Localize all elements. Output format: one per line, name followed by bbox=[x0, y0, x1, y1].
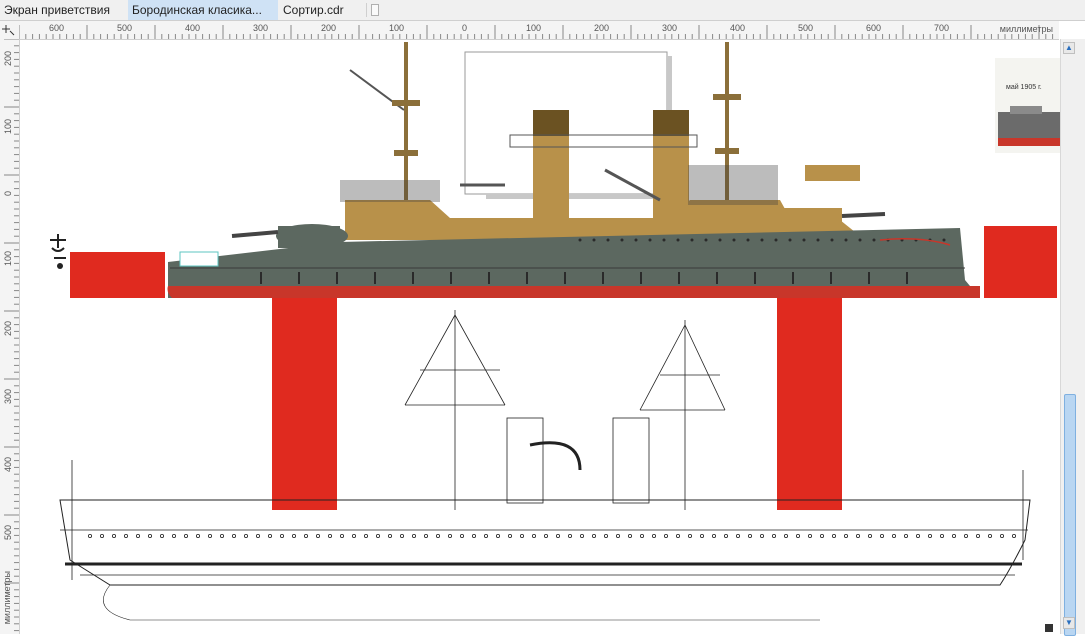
document-tab-bar: Экран приветствия Бородинская класика...… bbox=[0, 0, 1085, 21]
vruler-label: 100 bbox=[3, 119, 13, 135]
hruler-label: 300 bbox=[662, 23, 678, 33]
colored-battleship[interactable] bbox=[167, 42, 981, 298]
boat bbox=[805, 165, 860, 181]
page-shadow bbox=[486, 194, 672, 199]
ship-drawing bbox=[50, 42, 1060, 632]
scrollbar-thumb[interactable] bbox=[1064, 394, 1076, 636]
vruler-label: 100 bbox=[3, 251, 13, 267]
drawing-canvas[interactable]: май 1905 г. bbox=[20, 40, 1060, 634]
waterline bbox=[167, 286, 980, 298]
hruler-label: 0 bbox=[462, 23, 468, 33]
hruler-label: 400 bbox=[185, 23, 201, 33]
horizontal-ruler[interactable]: 600 500 400 300 200 100 0 100 200 300 40… bbox=[19, 21, 1059, 40]
vertical-scrollbar[interactable]: ▲ ▼ bbox=[1060, 39, 1085, 636]
hruler-label: 500 bbox=[117, 23, 133, 33]
thumbnail-caption: май 1905 г. bbox=[1006, 84, 1042, 91]
ruler-origin-corner[interactable] bbox=[0, 21, 20, 40]
red-column-left[interactable] bbox=[272, 298, 337, 510]
hruler-label: 700 bbox=[934, 23, 950, 33]
hruler-label: 500 bbox=[798, 23, 814, 33]
vruler-label: 300 bbox=[3, 389, 13, 405]
red-column-right[interactable] bbox=[777, 298, 842, 510]
thumbnail-ship-image[interactable] bbox=[995, 58, 1060, 153]
anchor-icon bbox=[50, 234, 66, 269]
line-drawing-battleship[interactable] bbox=[59, 310, 1031, 621]
scroll-down-arrow-icon[interactable]: ▼ bbox=[1063, 617, 1075, 629]
hruler-label: 600 bbox=[866, 23, 882, 33]
new-document-icon bbox=[371, 4, 379, 16]
hruler-label: 600 bbox=[49, 23, 65, 33]
scroll-up-arrow-icon[interactable]: ▲ bbox=[1063, 42, 1075, 54]
vertical-ruler[interactable]: 200 100 0 100 200 300 400 500 миллиметры bbox=[0, 39, 20, 634]
tab-welcome-screen[interactable]: Экран приветствия bbox=[0, 0, 128, 20]
ruler-origin-icon bbox=[2, 25, 15, 36]
vruler-label: 400 bbox=[3, 457, 13, 473]
vruler-label: 200 bbox=[3, 321, 13, 337]
hruler-label: 100 bbox=[526, 23, 542, 33]
vertical-ruler-units-label: миллиметры bbox=[2, 570, 12, 624]
new-tab-button[interactable] bbox=[366, 3, 381, 17]
ruler-units-label: миллиметры bbox=[999, 24, 1053, 34]
vruler-label: 0 bbox=[3, 191, 13, 197]
tab-sortir-cdr[interactable]: Сортир.cdr bbox=[279, 0, 365, 20]
hruler-label: 300 bbox=[253, 23, 269, 33]
hruler-label: 100 bbox=[389, 23, 405, 33]
red-block-right[interactable] bbox=[984, 226, 1057, 298]
aft-turret bbox=[778, 208, 842, 234]
tab-borodino-classic[interactable]: Бородинская класика... bbox=[128, 0, 278, 20]
red-block-left[interactable] bbox=[70, 252, 165, 298]
vruler-label: 200 bbox=[3, 51, 13, 67]
vruler-label: 500 bbox=[3, 525, 13, 541]
hruler-label: 400 bbox=[730, 23, 746, 33]
hruler-label: 200 bbox=[594, 23, 610, 33]
hruler-label: 200 bbox=[321, 23, 337, 33]
